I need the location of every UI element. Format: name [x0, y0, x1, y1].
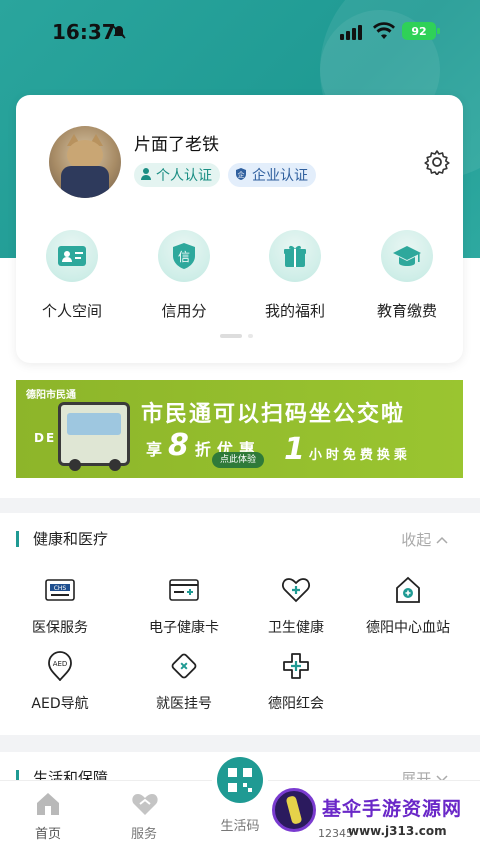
cellular-signal-icon	[340, 24, 362, 40]
watermark-logo-icon	[272, 788, 316, 832]
bus-icon	[58, 402, 130, 471]
service-label: 德阳中心血站	[366, 620, 450, 636]
section-title: 健康和医疗	[33, 530, 109, 548]
id-card-icon	[46, 230, 98, 282]
service-label: 德阳红会	[268, 696, 324, 712]
quick-link-label: 信用分	[161, 302, 207, 320]
svg-text:企: 企	[238, 170, 245, 179]
banner-try-button[interactable]: 点此体验	[212, 452, 265, 468]
service-label: 电子健康卡	[149, 620, 219, 636]
enterprise-verification-badge[interactable]: 企 企业认证	[228, 163, 316, 187]
tab-home[interactable]: 首页	[0, 791, 96, 842]
badge-label: 个人认证	[156, 168, 212, 184]
chevron-up-icon	[436, 536, 448, 544]
qr-code-icon	[228, 768, 252, 792]
pager-dot	[248, 334, 253, 338]
gift-icon	[269, 230, 321, 282]
promo-banner[interactable]: 德阳市民通 DE YANG 市民通可以扫码坐公交啦 享8折优惠 点此体验 1小时…	[16, 380, 463, 478]
quick-link-my-benefits[interactable]: 我的福利	[240, 230, 350, 321]
quick-link-label: 个人空间	[41, 302, 102, 320]
service-aed-navigation[interactable]: AED AED导航	[0, 651, 120, 713]
settings-gear-icon[interactable]	[424, 149, 450, 176]
tab-services[interactable]: 服务	[96, 791, 192, 842]
red-cross-icon	[281, 651, 311, 681]
section-accent-bar	[16, 530, 19, 547]
section-header: 健康和医疗	[16, 528, 108, 549]
quick-link-personal-space[interactable]: 个人空间	[17, 230, 127, 321]
health-section: 健康和医疗 收起 CHS 医保服务 电子健康卡 卫生健康 德阳中心血站 AED …	[0, 513, 480, 735]
svg-text:CHS: CHS	[54, 585, 67, 592]
svg-text:AED: AED	[53, 660, 68, 668]
wifi-icon	[372, 21, 396, 45]
badge-label: 企业认证	[252, 168, 308, 184]
watermark: 基伞手游资源网 www.j313.com	[270, 786, 480, 844]
status-bar: 16:37 92	[0, 0, 480, 64]
battery-icon: 92	[402, 22, 440, 40]
service-red-cross[interactable]: 德阳红会	[236, 651, 356, 713]
quick-link-label: 教育缴费	[376, 302, 437, 320]
blood-station-icon	[393, 575, 423, 605]
battery-level: 92	[411, 24, 427, 38]
life-code-button[interactable]	[217, 757, 263, 803]
home-icon	[35, 791, 61, 817]
banner-logo: 德阳市民通	[26, 390, 76, 401]
credit-shield-icon: 信	[158, 230, 210, 282]
aed-location-icon: AED	[45, 651, 75, 681]
service-label: 就医挂号	[156, 696, 212, 712]
banner-title: 市民通可以扫码坐公交啦	[141, 402, 406, 427]
service-health-card[interactable]: 电子健康卡	[124, 575, 244, 637]
profile-card: 片面了老铁 个人认证 企 企业认证	[16, 95, 463, 363]
services-icon	[131, 791, 158, 817]
collapse-toggle[interactable]: 收起	[401, 529, 448, 550]
watermark-title: 基伞手游资源网	[322, 798, 463, 820]
svg-text:信: 信	[178, 250, 190, 264]
quick-link-education-payment[interactable]: 教育缴费	[352, 230, 462, 321]
service-label: 医保服务	[32, 620, 88, 636]
personal-verification-badge[interactable]: 个人认证	[134, 163, 220, 187]
pager-dot-active	[220, 334, 242, 338]
status-time: 16:37	[52, 20, 116, 44]
service-label: AED导航	[31, 696, 89, 712]
health-card-icon	[169, 575, 199, 605]
watermark-url: www.j313.com	[348, 824, 447, 838]
silent-bell-icon	[111, 24, 127, 44]
heart-plus-icon	[281, 575, 311, 605]
username[interactable]: 片面了老铁	[134, 130, 219, 155]
medical-insurance-icon: CHS	[45, 575, 75, 605]
page-indicator	[220, 334, 253, 338]
registration-ticket-icon	[169, 651, 199, 681]
service-blood-station[interactable]: 德阳中心血站	[348, 575, 468, 637]
person-check-icon	[140, 167, 152, 184]
graduation-cap-icon	[381, 230, 433, 282]
avatar[interactable]	[49, 126, 121, 198]
service-medical-insurance[interactable]: CHS 医保服务	[0, 575, 120, 637]
tab-label: 服务	[130, 827, 157, 842]
tab-label: 首页	[34, 827, 61, 842]
service-public-health[interactable]: 卫生健康	[236, 575, 356, 637]
service-registration[interactable]: 就医挂号	[124, 651, 244, 713]
banner-transfer: 1小时免费换乘	[284, 432, 411, 467]
enterprise-shield-icon: 企	[234, 167, 248, 184]
quick-link-label: 我的福利	[264, 302, 325, 320]
service-label: 卫生健康	[268, 620, 324, 636]
quick-link-credit-score[interactable]: 信 信用分	[129, 230, 239, 321]
